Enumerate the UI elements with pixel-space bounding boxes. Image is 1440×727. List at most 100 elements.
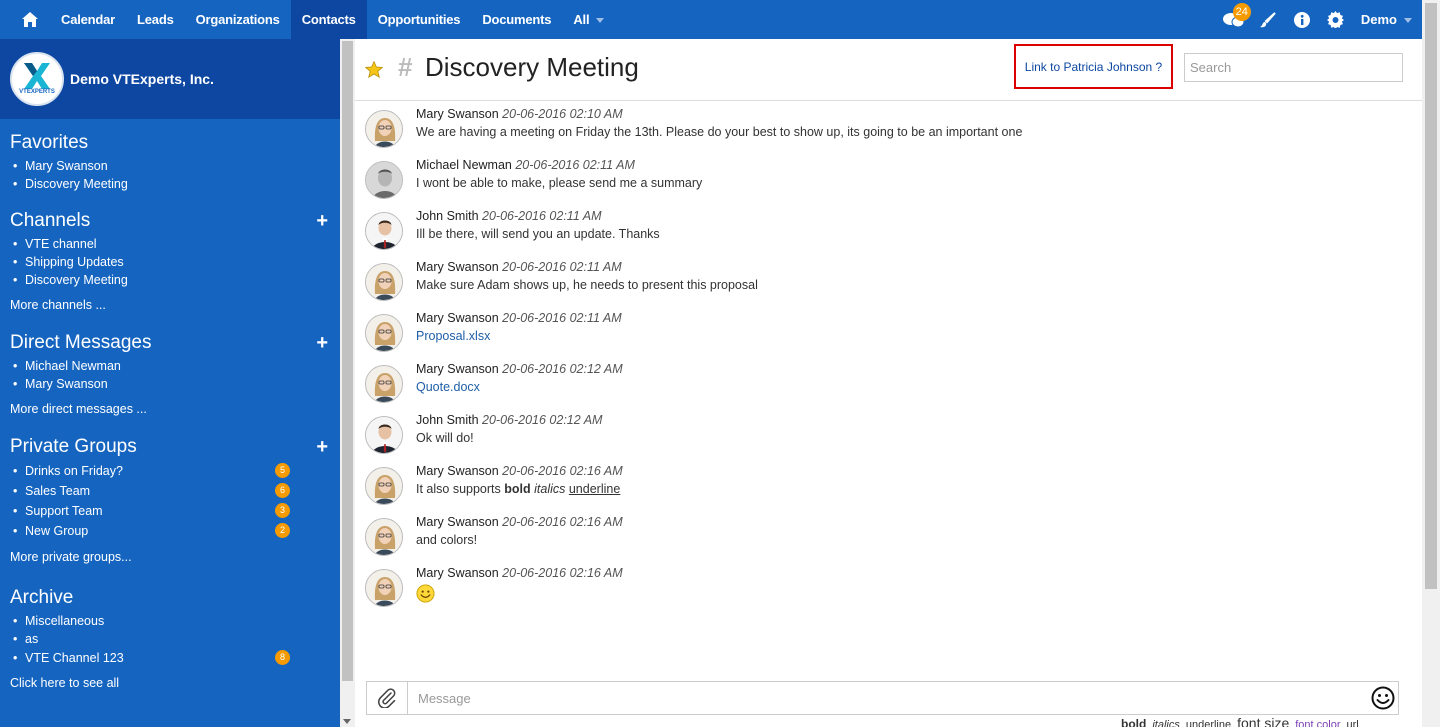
add-direct-message-button[interactable]: + xyxy=(316,332,328,355)
favorites-section: Favorites Mary Swanson Discovery Meeting xyxy=(0,129,340,193)
favorite-star-icon[interactable] xyxy=(365,61,383,78)
message-item: Mary Swanson 20-06-2016 02:11 AM Make sur… xyxy=(365,255,1405,305)
archive-item[interactable]: as xyxy=(13,630,330,648)
format-font-size-button[interactable]: font size xyxy=(1237,715,1289,727)
message-timestamp: 20-06-2016 02:10 AM xyxy=(498,107,623,121)
user-menu[interactable]: Demo xyxy=(1353,0,1412,39)
home-icon[interactable] xyxy=(10,0,50,39)
message-author[interactable]: Mary Swanson xyxy=(416,566,499,580)
notification-badge: 24 xyxy=(1232,3,1251,21)
page-scrollbar[interactable] xyxy=(1422,0,1440,727)
search-input[interactable] xyxy=(1184,53,1403,82)
file-attachment-link[interactable]: Quote.docx xyxy=(416,380,480,394)
nav-calendar[interactable]: Calendar xyxy=(50,0,126,39)
smiley-emoji-icon xyxy=(416,584,435,603)
message-author[interactable]: Mary Swanson xyxy=(416,362,499,376)
file-attachment-link[interactable]: Proposal.xlsx xyxy=(416,329,490,343)
private-group-item[interactable]: Sales Team 6 xyxy=(13,481,330,501)
direct-message-item[interactable]: Michael Newman xyxy=(13,357,330,375)
favorites-title-text: Favorites xyxy=(10,132,89,153)
channel-item[interactable]: Shipping Updates xyxy=(13,253,330,271)
emoji-button[interactable] xyxy=(1368,682,1398,714)
archive-label: VTE Channel 123 xyxy=(25,651,124,665)
see-all-archive-link[interactable]: Click here to see all xyxy=(10,676,330,690)
private-groups-section: Private Groups + Drinks on Friday? 5 Sales… xyxy=(0,433,340,565)
message-text-plain: It also supports xyxy=(416,482,505,496)
gear-icon[interactable] xyxy=(1319,0,1353,39)
format-bold-button[interactable]: bold xyxy=(1121,717,1146,727)
avatar[interactable] xyxy=(365,314,403,352)
direct-messages-section: Direct Messages + Michael Newman Mary Swa… xyxy=(0,329,340,417)
message-author[interactable]: John Smith xyxy=(416,413,479,427)
format-url-button[interactable]: url xyxy=(1347,719,1359,727)
unread-count-badge: 3 xyxy=(275,503,290,518)
private-groups-list: Drinks on Friday? 5 Sales Team 6 Support T… xyxy=(10,461,330,541)
avatar[interactable] xyxy=(365,161,403,199)
channel-item[interactable]: VTE channel xyxy=(13,235,330,253)
nav-right-tools: 24 Demo xyxy=(1217,0,1412,39)
add-private-group-button[interactable]: + xyxy=(316,436,328,459)
chat-notifications-button[interactable]: 24 xyxy=(1217,0,1251,39)
format-italic-button[interactable]: italics xyxy=(1152,719,1180,727)
message-author[interactable]: Mary Swanson xyxy=(416,107,499,121)
chevron-down-icon xyxy=(596,18,605,23)
page-scrollbar-thumb[interactable] xyxy=(1425,3,1437,589)
archive-title: Archive xyxy=(10,584,330,612)
private-group-item[interactable]: Support Team 3 xyxy=(13,501,330,521)
message-author[interactable]: Mary Swanson xyxy=(416,260,499,274)
avatar[interactable] xyxy=(365,212,403,250)
favorite-item[interactable]: Discovery Meeting xyxy=(13,175,330,193)
avatar[interactable] xyxy=(365,569,403,607)
private-group-item[interactable]: Drinks on Friday? 5 xyxy=(13,461,330,481)
avatar[interactable] xyxy=(365,518,403,556)
message-author[interactable]: Mary Swanson xyxy=(416,464,499,478)
scroll-down-arrow-icon[interactable] xyxy=(343,719,351,724)
message-author[interactable]: John Smith xyxy=(416,209,479,223)
message-timestamp: 20-06-2016 02:16 AM xyxy=(498,515,623,529)
archive-list: Miscellaneous as VTE Channel 123 8 xyxy=(10,612,330,668)
brush-icon[interactable] xyxy=(1251,0,1285,39)
nav-organizations[interactable]: Organizations xyxy=(185,0,291,39)
avatar[interactable] xyxy=(365,416,403,454)
message-author[interactable]: Mary Swanson xyxy=(416,311,499,325)
more-private-groups-link[interactable]: More private groups... xyxy=(10,550,330,564)
avatar[interactable] xyxy=(365,467,403,505)
nav-opportunities[interactable]: Opportunities xyxy=(367,0,472,39)
company-name: Demo VTExperts, Inc. xyxy=(70,71,214,87)
message-header: Mary Swanson 20-06-2016 02:12 AM xyxy=(416,362,623,376)
sidebar-scrollbar-thumb[interactable] xyxy=(342,41,353,681)
archive-item[interactable]: Miscellaneous xyxy=(13,612,330,630)
archive-item[interactable]: VTE Channel 123 8 xyxy=(13,648,330,668)
attach-button[interactable] xyxy=(367,682,408,714)
format-underline-button[interactable]: underline xyxy=(1186,719,1231,727)
message-item: Michael Newman 20-06-2016 02:11 AM I wont… xyxy=(365,153,1405,203)
message-text: We are having a meeting on Friday the 13… xyxy=(416,125,1023,139)
avatar[interactable] xyxy=(365,365,403,403)
favorite-item[interactable]: Mary Swanson xyxy=(13,157,330,175)
favorites-title: Favorites xyxy=(10,129,330,157)
direct-message-item[interactable]: Mary Swanson xyxy=(13,375,330,393)
private-group-item[interactable]: New Group 2 xyxy=(13,521,330,541)
channel-item[interactable]: Discovery Meeting xyxy=(13,271,330,289)
message-text-underline: underline xyxy=(568,482,621,496)
message-author[interactable]: Michael Newman xyxy=(416,158,512,172)
more-channels-link[interactable]: More channels ... xyxy=(10,298,330,312)
info-icon[interactable] xyxy=(1285,0,1319,39)
nav-leads[interactable]: Leads xyxy=(126,0,185,39)
message-text: Ok will do! xyxy=(416,431,474,445)
more-direct-messages-link[interactable]: More direct messages ... xyxy=(10,402,330,416)
link-to-contact-button[interactable]: Link to Patricia Johnson ? xyxy=(1014,44,1173,89)
message-author[interactable]: Mary Swanson xyxy=(416,515,499,529)
avatar[interactable] xyxy=(365,110,403,148)
message-header: Mary Swanson 20-06-2016 02:11 AM xyxy=(416,260,622,274)
avatar[interactable] xyxy=(365,263,403,301)
smiley-icon xyxy=(1371,686,1395,710)
format-font-color-button[interactable]: font color xyxy=(1295,719,1340,727)
nav-all[interactable]: All xyxy=(562,0,615,39)
nav-documents[interactable]: Documents xyxy=(471,0,562,39)
add-channel-button[interactable]: + xyxy=(316,210,328,233)
message-input[interactable] xyxy=(408,682,1368,714)
nav-contacts[interactable]: Contacts xyxy=(290,0,367,39)
unread-count-badge: 8 xyxy=(275,650,290,665)
sidebar-scrollbar[interactable] xyxy=(340,39,355,727)
